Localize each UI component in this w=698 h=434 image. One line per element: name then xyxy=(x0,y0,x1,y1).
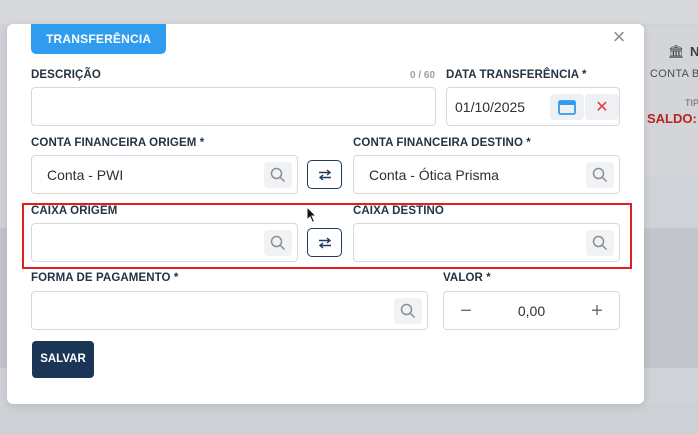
background-tipo-label: TIP xyxy=(685,98,698,108)
descricao-input[interactable] xyxy=(31,87,436,126)
highlight-box xyxy=(22,203,632,269)
conta-origem-input[interactable]: Conta - PWI xyxy=(31,155,298,194)
valor-stepper[interactable]: − 0,00 + xyxy=(443,291,620,330)
data-transferencia-value: 01/10/2025 xyxy=(455,99,526,115)
swap-contas-button[interactable] xyxy=(307,160,342,189)
search-icon[interactable] xyxy=(586,162,614,188)
conta-destino-value: Conta - Ótica Prisma xyxy=(369,167,499,183)
forma-pagamento-label: FORMA DE PAGAMENTO * xyxy=(31,272,179,284)
descricao-counter: 0 / 60 xyxy=(410,70,436,81)
search-icon[interactable] xyxy=(394,298,422,324)
conta-origem-label: CONTA FINANCEIRA ORIGEM * xyxy=(31,137,205,149)
data-transferencia-label: DATA TRANSFERÊNCIA * xyxy=(446,69,587,81)
background-bottom xyxy=(0,404,698,434)
calendar-icon[interactable] xyxy=(550,94,584,120)
bank-icon: 🏛 xyxy=(668,44,685,59)
save-button[interactable]: SALVAR xyxy=(32,341,94,378)
mouse-cursor-icon xyxy=(306,206,318,224)
conta-destino-input[interactable]: Conta - Ótica Prisma xyxy=(353,155,620,194)
data-transferencia-input[interactable]: 01/10/2025 ✕ xyxy=(446,87,620,126)
background-saldo-label: SALDO: xyxy=(647,111,697,126)
background-top-bar xyxy=(0,0,698,24)
tab-transferencia[interactable]: TRANSFERÊNCIA xyxy=(31,24,167,54)
forma-pagamento-input[interactable] xyxy=(31,291,428,330)
conta-origem-value: Conta - PWI xyxy=(47,167,124,183)
background-bank-letter: N xyxy=(690,44,698,59)
close-icon[interactable]: × xyxy=(609,26,629,48)
plus-icon[interactable]: + xyxy=(583,297,611,325)
background-conta-label: CONTA B xyxy=(650,68,698,80)
clear-date-icon[interactable]: ✕ xyxy=(585,94,619,120)
descricao-label: DESCRIÇÃO xyxy=(31,69,101,81)
search-icon[interactable] xyxy=(264,162,292,188)
conta-destino-label: CONTA FINANCEIRA DESTINO * xyxy=(353,137,531,149)
valor-label: VALOR * xyxy=(443,272,491,284)
